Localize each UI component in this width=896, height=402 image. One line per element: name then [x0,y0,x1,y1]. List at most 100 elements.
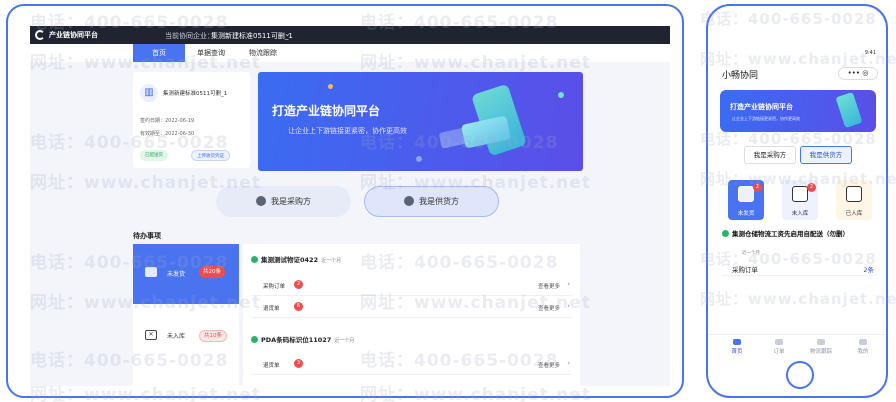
status-badge: 已配送货 [140,150,168,161]
mini-app-title: 小畅协同 [722,71,759,81]
phone-frame: 9:41 小畅协同 ••• ◎ 打造产业链协同平台 让企业上下游链接更紧密，协作… [706,4,888,398]
todo-tab-label: 未发货 [167,271,186,278]
row-count-badge: 3 [294,359,303,368]
count-badge: 共10条 [199,330,227,342]
nav-orders[interactable]: 订单 [759,339,799,355]
chevron-down-icon[interactable]: ⌄ [284,29,291,38]
mobile-promo-banner: 打造产业链协同平台 让企业上下游链接更紧密，协作更高效 [720,90,876,132]
todo-group-title: 集测测试物证0422 近一个月 [251,254,341,264]
enterprise-card: ▥ 集测新建标准0511可删_1 签约日期：2022-06-19 有效期至：20… [133,72,250,168]
row-count-badge: 6 [294,302,303,311]
nav-label: 首页 [731,349,743,355]
group-name: 集测仓储物流工资先启用自配送（勿删） [732,230,849,238]
supplier-role-label: 我是供货方 [419,197,459,206]
enterprise-dot-icon [251,335,258,343]
capsule-menu-button[interactable]: ••• ◎ [838,67,878,80]
tab-home[interactable]: 首页 [133,44,185,62]
row-value: 2条 [863,266,874,274]
tab-document-query[interactable]: 单据查询 [185,44,237,62]
truck-icon [817,339,825,345]
tile-stocked[interactable]: 已入库 [836,180,872,220]
box-icon [738,186,754,202]
nav-label: 我的 [857,349,869,355]
enterprise-selector[interactable]: 集测新建标准0511可删_1 [211,31,293,41]
building-icon: ▥ [140,84,158,102]
mobile-supplier-role-button[interactable]: 我是供货方 [800,146,852,164]
home-icon [733,339,741,345]
mobile-group-time: 近一个月 [742,251,760,256]
chevron-right-icon: › [567,359,570,367]
user-icon [404,195,414,206]
count-badge: 2 [807,183,816,192]
nav-tabs: 首页 单据查询 物流跟踪 [30,44,670,62]
buyer-role-button[interactable]: 我是采购方 [216,186,351,217]
banner-subtitle: 让企业上下游链接更紧密，协作更高效 [288,127,407,135]
todo-row[interactable]: 采购订单 2 查看更多 › [251,274,572,296]
todo-detail-panel: 集测测试物证0422 近一个月 采购订单 2 查看更多 › 退货单 6 查看更多 … [243,244,580,386]
banner-title: 打造产业链协同平台 [272,104,381,118]
mobile-todo-row[interactable]: 采购订单 2条 [722,262,874,276]
row-label: 采购订单 [263,284,286,290]
view-more-link[interactable]: 查看更多 [538,282,560,290]
decor-dot-icon [558,92,564,98]
phone-illustration-icon [835,92,863,128]
brand-title: 产业链协同平台 [49,31,98,39]
mobile-group-title: 集测仓储物流工资先启用自配送（勿删） [722,229,878,239]
box-x-icon: ✕ [145,330,157,340]
enterprise-name: 集测新建标准0511可删_1 [163,91,228,97]
todo-tab-unshipped[interactable]: 未发货 共20条 [133,244,239,304]
decor-dot-icon [416,156,422,162]
nav-me[interactable]: 我的 [843,339,883,355]
row-label: 退货单 [263,363,280,369]
decor-dot-icon [328,84,333,89]
tile-label: 未发货 [737,211,755,217]
status-time: 9:41 [864,50,876,56]
todo-tab-label: 未入库 [167,333,186,340]
view-more-link[interactable]: 查看更多 [538,361,560,369]
box-x-icon [792,186,808,202]
home-button[interactable] [786,361,814,389]
row-count-badge: 2 [294,280,303,289]
user-icon [859,339,867,345]
upload-receipt-button[interactable]: 上传收货凭证 [191,150,230,161]
status-bar: 9:41 [720,50,876,60]
todo-row[interactable]: 退货单 3 查看更多 › [251,353,572,375]
expire-date: 有效期至：2022-06-30 [140,131,195,137]
chevron-right-icon: › [567,280,570,288]
supplier-role-button[interactable]: 我是供货方 [364,186,499,217]
buyer-role-label: 我是采购方 [271,197,311,206]
tile-unshipped[interactable]: 2 未发货 [728,180,764,220]
tile-label: 未入库 [791,211,809,217]
row-label: 退货单 [263,306,280,312]
user-icon [256,195,266,206]
tile-not-stocked[interactable]: 2 未入库 [782,180,818,220]
mobile-buyer-role-button[interactable]: 我是采购方 [744,146,796,164]
promo-banner: 打造产业链协同平台 让企业上下游链接更紧密，协作更高效 [258,72,583,171]
enterprise-dot-icon [251,255,258,263]
count-badge: 2 [753,183,762,192]
nav-home[interactable]: 首页 [717,339,757,355]
todo-group-title: PDA条码标识位11027 近一个月 [251,334,354,344]
group-name: PDA条码标识位11027 [261,336,332,344]
chevron-right-icon: › [567,302,570,310]
desktop-screen: 产业链协同平台 当前协同企业： 集测新建标准0511可删_1 ⌄ 首页 单据查询… [30,26,670,386]
group-time: 近一个月 [334,338,355,344]
sign-date: 签约日期：2022-06-19 [140,118,195,124]
view-more-link[interactable]: 查看更多 [538,304,560,312]
warehouse-icon [846,186,862,202]
row-label: 采购订单 [732,266,758,274]
group-name: 集测测试物证0422 [261,256,319,264]
enterprise-label: 当前协同企业： [165,32,214,40]
todo-row[interactable]: 退货单 6 查看更多 › [251,296,572,318]
tab-logistics[interactable]: 物流跟踪 [237,44,289,62]
box-icon [145,267,157,277]
order-icon [775,339,783,345]
tile-label: 已入库 [845,211,863,217]
bottom-nav: 首页 订单 物流跟踪 我的 [708,334,886,356]
group-time: 近一个月 [321,258,342,264]
nav-logistics[interactable]: 物流跟踪 [801,339,841,355]
mobile-banner-subtitle: 让企业上下游链接更紧密，协作更高效 [732,116,800,121]
todo-tab-not-stocked[interactable]: ✕ 未入库 共10条 [133,322,239,348]
desktop-frame: 产业链协同平台 当前协同企业： 集测新建标准0511可删_1 ⌄ 首页 单据查询… [6,4,684,398]
nav-label: 订单 [773,349,785,355]
